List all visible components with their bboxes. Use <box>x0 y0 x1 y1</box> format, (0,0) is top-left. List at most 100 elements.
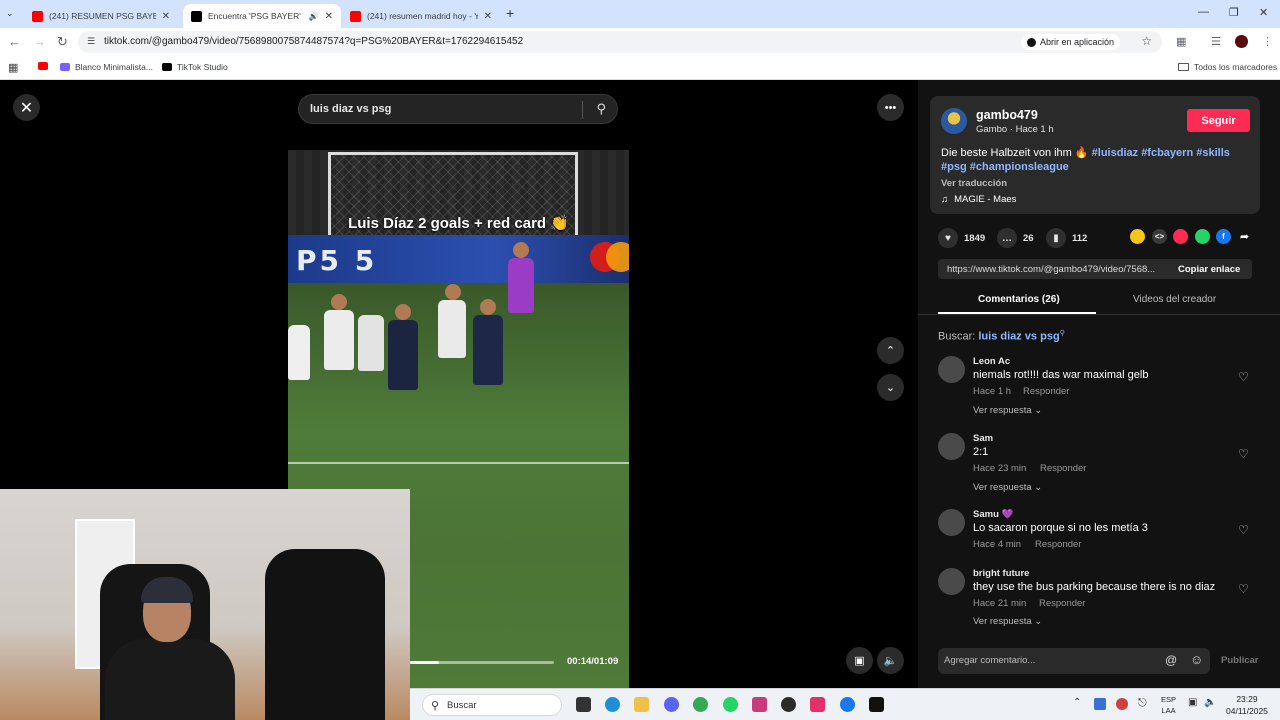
hashtag[interactable]: #championsleague <box>970 161 1069 173</box>
commenter-name[interactable]: Sam <box>973 433 993 444</box>
comment-like-icon[interactable]: ♡ <box>1238 447 1249 461</box>
menu-icon[interactable]: ⋮ <box>1262 35 1273 49</box>
network-icon[interactable]: ▣ <box>1188 697 1197 708</box>
comment-like-icon[interactable]: ♡ <box>1238 582 1249 596</box>
tray-app-icon[interactable] <box>1094 698 1106 710</box>
task-view-icon[interactable] <box>576 697 591 712</box>
close-video-button[interactable]: ✕ <box>13 94 40 121</box>
chrome-icon[interactable] <box>693 697 708 712</box>
speaker-icon[interactable]: 🔊 <box>309 12 319 21</box>
tab-resumen-madrid[interactable]: (241) resumen madrid hoy - YouTube ✕ <box>342 4 500 28</box>
media-control-icon[interactable]: ☰ <box>1211 35 1221 49</box>
comment-like-icon[interactable]: ♡ <box>1238 523 1249 537</box>
address-bar[interactable]: ☰ tiktok.com/@gambo479/video/75689800758… <box>78 31 1162 53</box>
hashtag[interactable]: #psg <box>941 161 967 173</box>
volume-icon[interactable]: 🔈 <box>1204 697 1216 708</box>
view-replies-button[interactable]: Ver respuesta ⌄ <box>973 616 1042 627</box>
site-info-icon[interactable]: ☰ <box>87 36 95 47</box>
bookmark-star-icon[interactable]: ☆ <box>1141 34 1152 48</box>
tiktok-icon[interactable] <box>869 697 884 712</box>
discord-icon[interactable] <box>664 697 679 712</box>
tab-resumen-psg[interactable]: (241) RESUMEN PSG BAYERN ✕ <box>24 4 178 28</box>
search-term[interactable]: luis diaz vs psg <box>978 331 1059 343</box>
mini-player-button[interactable]: ▣ <box>846 647 873 674</box>
tray-chevron-up-icon[interactable]: ⌃ <box>1073 697 1081 708</box>
tray-app-icon[interactable] <box>1116 698 1128 710</box>
embed-icon[interactable]: <> <box>1152 229 1167 244</box>
restore-icon[interactable]: ❐ <box>1229 6 1239 19</box>
video-progress-bar[interactable] <box>410 661 554 664</box>
see-translation-link[interactable]: Ver traducción <box>941 178 1007 189</box>
bookmark-youtube[interactable] <box>38 62 53 70</box>
facebook-icon[interactable]: f <box>1216 229 1231 244</box>
reload-icon[interactable]: ↻ <box>57 35 68 49</box>
repost-icon[interactable] <box>1130 229 1145 244</box>
close-tab-icon[interactable]: ✕ <box>484 11 492 22</box>
commenter-name[interactable]: Leon Ac <box>973 356 1010 367</box>
bookmark-blanco[interactable]: Blanco Minimalista... <box>60 62 153 72</box>
previous-video-button[interactable]: ⌃ <box>877 337 904 364</box>
close-window-icon[interactable]: ✕ <box>1259 6 1268 19</box>
view-replies-button[interactable]: Ver respuesta ⌄ <box>973 405 1042 416</box>
extensions-icon[interactable]: ▦ <box>1176 35 1186 49</box>
reply-button[interactable]: Responder <box>1023 386 1069 397</box>
tab-tiktok[interactable]: Encuentra 'PSG BAYER' en TikTok 🔊 ✕ <box>183 4 341 28</box>
url-text[interactable]: tiktok.com/@gambo479/video/7568980075874… <box>104 36 523 47</box>
file-explorer-icon[interactable] <box>634 697 649 712</box>
close-tab-icon[interactable]: ✕ <box>162 11 170 22</box>
send-icon[interactable] <box>1173 229 1188 244</box>
reply-button[interactable]: Responder <box>1040 463 1086 474</box>
microphone-icon[interactable]: ⎋ <box>1138 697 1147 710</box>
minimize-icon[interactable]: — <box>1198 6 1209 18</box>
profile-avatar[interactable] <box>1235 35 1248 48</box>
bookmark-tiktok-studio[interactable]: TikTok Studio <box>162 62 228 72</box>
new-tab-button[interactable]: + <box>506 5 514 21</box>
obs-icon[interactable] <box>781 697 796 712</box>
hashtag[interactable]: #luisdiaz <box>1092 147 1138 159</box>
mention-icon[interactable]: @ <box>1165 653 1177 667</box>
taskbar-search[interactable]: ⚲ Buscar <box>422 694 562 716</box>
like-button[interactable]: ♥ 1849 <box>938 228 985 248</box>
hashtag[interactable]: #skills <box>1196 147 1230 159</box>
instagram-icon[interactable] <box>810 697 825 712</box>
save-button[interactable]: ▮ 112 <box>1046 228 1087 248</box>
commenter-avatar[interactable] <box>938 433 965 460</box>
commenter-avatar[interactable] <box>938 568 965 595</box>
tab-search-icon[interactable]: ⌄ <box>6 8 14 19</box>
copy-link-button[interactable]: Copiar enlace <box>1178 264 1240 275</box>
more-options-button[interactable]: ••• <box>877 94 904 121</box>
comment-button[interactable]: … 26 <box>997 228 1034 248</box>
hashtag[interactable]: #fcbayern <box>1141 147 1193 159</box>
author-avatar[interactable] <box>941 108 967 134</box>
reply-button[interactable]: Responder <box>1039 598 1085 609</box>
apps-grid-icon[interactable]: ▦ <box>8 61 18 74</box>
commenter-avatar[interactable] <box>938 509 965 536</box>
commenter-name[interactable]: Samu 💜 <box>973 509 1013 520</box>
emoji-icon[interactable]: ☺ <box>1190 652 1203 667</box>
input-language[interactable]: ESP LAA <box>1161 694 1176 716</box>
commenter-name[interactable]: bright future <box>973 568 1029 579</box>
music-info[interactable]: ♫ MAGIE - Maes <box>941 194 1016 205</box>
search-input[interactable]: luis diaz vs psg <box>310 103 391 115</box>
tab-creator-videos[interactable]: Videos del creador <box>1133 294 1216 305</box>
comment-search-suggestion[interactable]: Buscar: luis diaz vs psg⚲ <box>938 329 1065 343</box>
system-clock[interactable]: 23:29 04/11/2025 <box>1226 693 1268 717</box>
whatsapp-icon[interactable] <box>723 697 738 712</box>
commenter-avatar[interactable] <box>938 356 965 383</box>
all-bookmarks[interactable]: Todos los marcadores <box>1178 62 1277 72</box>
author-username[interactable]: gambo479 <box>976 108 1038 122</box>
snipping-tool-icon[interactable] <box>752 697 767 712</box>
reply-button[interactable]: Responder <box>1035 539 1081 550</box>
follow-button[interactable]: Seguir <box>1187 109 1250 132</box>
share-link-url[interactable]: https://www.tiktok.com/@gambo479/video/7… <box>947 264 1167 275</box>
comment-input[interactable]: Agregar comentario... @ ☺ <box>938 648 1210 674</box>
publish-button[interactable]: Publicar <box>1221 655 1259 666</box>
forward-icon[interactable]: → <box>33 35 46 49</box>
tab-comments[interactable]: Comentarios (26) <box>978 294 1060 305</box>
edge-icon[interactable] <box>605 697 620 712</box>
next-video-button[interactable]: ⌄ <box>877 374 904 401</box>
close-tab-icon[interactable]: ✕ <box>325 11 333 22</box>
facebook-icon[interactable] <box>840 697 855 712</box>
volume-button[interactable]: 🔈 <box>877 647 904 674</box>
back-icon[interactable]: ← <box>8 35 21 49</box>
